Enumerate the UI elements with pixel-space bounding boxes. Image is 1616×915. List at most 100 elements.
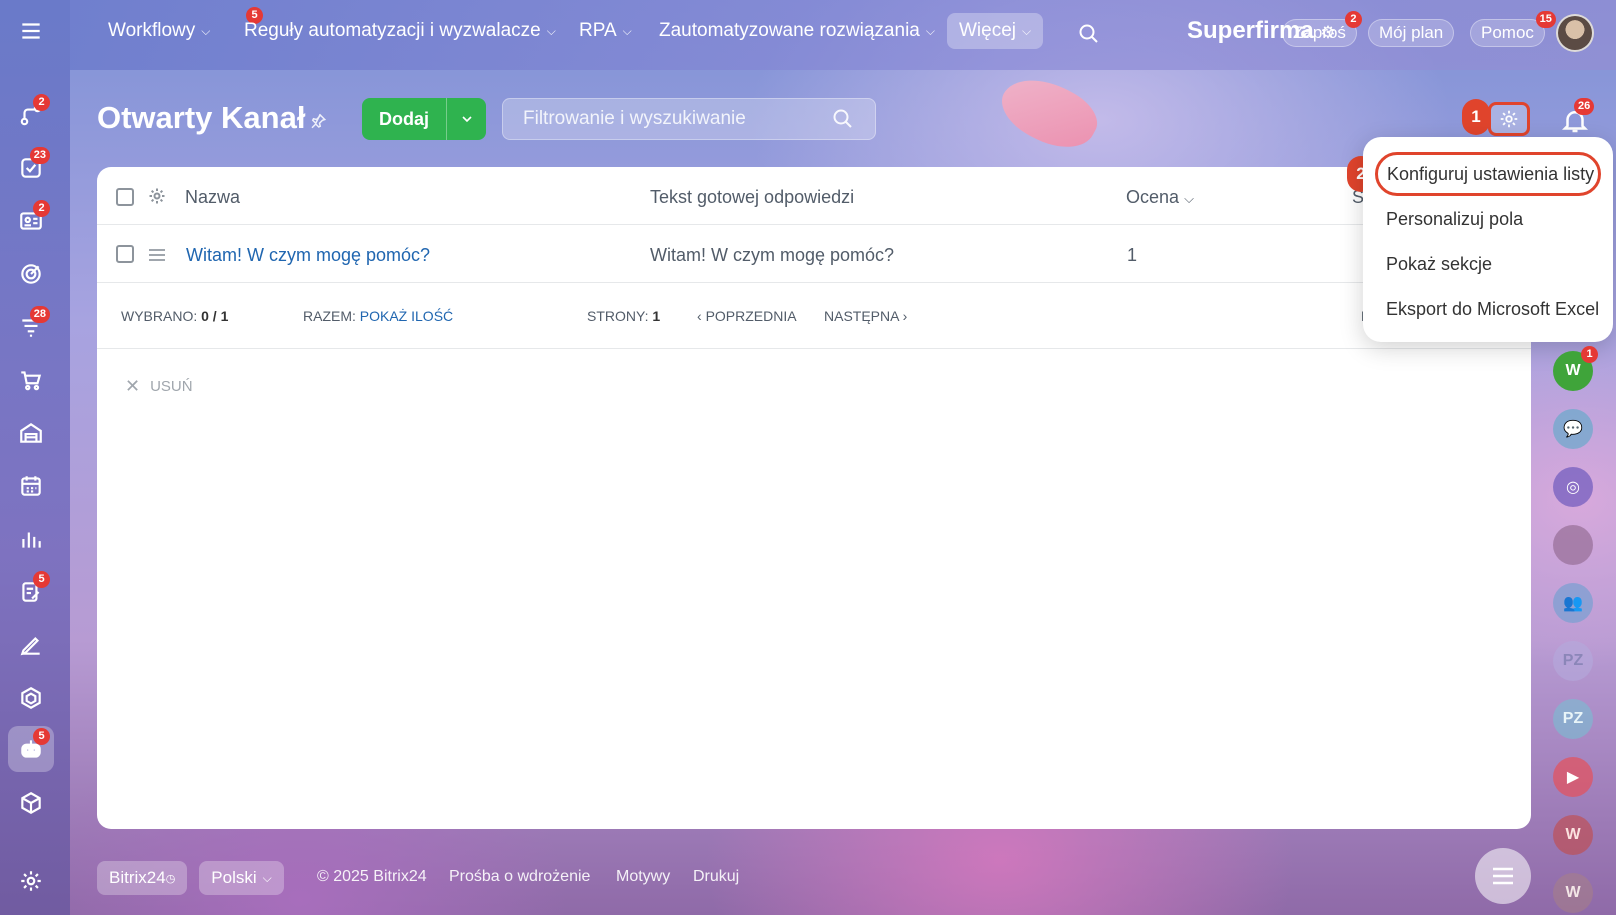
sidebar-item-automation[interactable]: 2: [8, 92, 54, 138]
box-icon: [21, 792, 41, 814]
sidebar-item-hexagon[interactable]: [8, 675, 54, 721]
language-selector[interactable]: Polski ⌵: [199, 861, 284, 895]
menu-item-export-excel[interactable]: Eksport do Microsoft Excel: [1386, 299, 1599, 320]
row-reply-text: Witam! W czym mogę pomóc?: [650, 245, 895, 265]
sidebar-item-funnels[interactable]: 28: [8, 304, 54, 350]
list-icon: [1493, 867, 1513, 885]
row-checkbox[interactable]: [116, 245, 134, 263]
column-header-rating[interactable]: Ocena ⌵: [1126, 187, 1194, 208]
video-call-icon[interactable]: ▶: [1553, 757, 1593, 797]
filter-search-input[interactable]: Filtrowanie i wyszukiwanie: [502, 98, 876, 140]
table-row[interactable]: Witam! W czym mogę pomóc? Witam! W czym …: [97, 225, 1531, 283]
background-petal: [992, 64, 1106, 162]
drag-handle-icon[interactable]: [147, 247, 167, 263]
search-icon[interactable]: [831, 107, 855, 131]
nav-rpa[interactable]: RPA ⌵: [579, 20, 632, 42]
pages-label: STRONY:: [587, 308, 649, 324]
user-avatar[interactable]: [1556, 14, 1594, 52]
chat-avatar-pz[interactable]: PZ: [1553, 641, 1593, 681]
sidebar-item-calendar[interactable]: [8, 463, 54, 509]
automation-badge: 2: [33, 94, 50, 111]
nav-workflowy-label: Workflowy: [108, 20, 196, 41]
pen-icon: [20, 636, 40, 656]
menu-item-personalize-fields[interactable]: Personalizuj pola: [1386, 209, 1523, 230]
group-chat-icon[interactable]: 👥: [1553, 583, 1593, 623]
print-link[interactable]: Drukuj: [693, 868, 739, 886]
column-header-rating-label: Ocena: [1126, 187, 1180, 207]
pin-icon[interactable]: [309, 112, 327, 130]
page-footer: Bitrix24 ◷ Polski ⌵: [97, 861, 284, 895]
delete-action[interactable]: ✕ USUŃ: [125, 376, 193, 397]
column-header-name[interactable]: Nazwa: [185, 187, 240, 208]
chat-avatar-w[interactable]: W 1: [1553, 346, 1598, 391]
add-dropdown-toggle[interactable]: [446, 98, 486, 140]
gear-icon: [1500, 110, 1518, 128]
chat-avatar-pz-2[interactable]: PZ: [1553, 699, 1593, 739]
nav-automated-solutions[interactable]: Zautomatyzowane rozwiązania ⌵: [659, 20, 935, 42]
calendar-icon: [21, 476, 41, 496]
add-button[interactable]: Dodaj: [362, 98, 486, 140]
nav-automated-solutions-label: Zautomatyzowane rozwiązania: [659, 20, 920, 41]
row-name-link[interactable]: Witam! W czym mogę pomóc?: [186, 245, 430, 266]
menu-icon[interactable]: [8, 8, 54, 54]
selected-value: 0 / 1: [201, 308, 229, 324]
sidebar-item-box[interactable]: [8, 780, 54, 826]
select-all-checkbox[interactable]: [116, 188, 134, 206]
sidebar-item-shop[interactable]: [8, 357, 54, 403]
selected-label: WYBRANO:: [121, 308, 198, 324]
group-avatar[interactable]: [1553, 525, 1593, 565]
menu-item-configure-list[interactable]: Konfiguruj ustawienia listy: [1375, 152, 1601, 196]
invite-label: Zaproś: [1293, 23, 1346, 42]
sidebar-item-bot[interactable]: 5: [8, 726, 54, 772]
invite-button[interactable]: Zaproś 2: [1282, 11, 1362, 47]
page-title: Otwarty Kanał: [97, 100, 306, 135]
chat-avatar-w-2[interactable]: W: [1553, 815, 1593, 855]
nav-more[interactable]: Więcej ⌵: [947, 13, 1044, 49]
add-button-label: Dodaj: [378, 108, 429, 129]
hamburger-icon: [22, 23, 40, 39]
my-plan-button[interactable]: Mój plan: [1368, 19, 1455, 47]
chat-avatar-w-label: W: [1565, 362, 1581, 379]
chat-w-badge: 1: [1581, 346, 1598, 363]
sidebar-item-tasks[interactable]: 23: [8, 145, 54, 191]
nav-workflowy[interactable]: Workflowy ⌵ 5: [108, 7, 263, 42]
warehouse-icon: [20, 423, 42, 443]
chat-fab-button[interactable]: [1475, 848, 1531, 904]
bitrix24-logo[interactable]: Bitrix24 ◷: [97, 861, 188, 895]
chevron-right-icon: ›: [898, 308, 908, 324]
prev-label: POPRZEDNIA: [705, 308, 797, 324]
language-label: Polski: [211, 868, 257, 887]
bot-badge: 5: [33, 728, 50, 745]
gear-icon[interactable]: [147, 186, 167, 206]
menu-item-show-sections[interactable]: Pokaż sekcje: [1386, 254, 1492, 275]
sidebar-item-sites[interactable]: [8, 622, 54, 668]
total-count: RAZEM: POKAŻ ILOŚĆ: [303, 308, 453, 324]
nav-automation-rules-label: Reguły automatyzacji i wyzwalacze: [244, 20, 541, 41]
sidebar-item-analytics[interactable]: [8, 516, 54, 562]
nav-more-label: Więcej: [959, 20, 1017, 41]
themes-link[interactable]: Motywy: [616, 868, 670, 886]
sidebar-item-warehouse[interactable]: [8, 410, 54, 456]
implementation-request-link[interactable]: Prośba o wdrożenie: [449, 868, 590, 886]
sidebar-item-target[interactable]: [8, 251, 54, 297]
help-button[interactable]: Pomoc 15: [1470, 11, 1556, 47]
table-footer: WYBRANO: 0 / 1 RAZEM: POKAŻ ILOŚĆ STRONY…: [97, 283, 1531, 349]
chat-bubble-icon[interactable]: 💬: [1553, 409, 1593, 449]
chevron-down-icon: ⌵: [546, 23, 556, 38]
nav-automation-rules[interactable]: Reguły automatyzacji i wyzwalacze ⌵: [244, 20, 556, 42]
next-page-button[interactable]: NASTĘPNA ›: [824, 308, 907, 324]
sidebar-item-sign[interactable]: 5: [8, 569, 54, 615]
column-header-reply-text[interactable]: Tekst gotowej odpowiedzi: [650, 187, 854, 208]
search-placeholder: Filtrowanie i wyszukiwanie: [523, 108, 746, 129]
search-icon[interactable]: [1077, 22, 1101, 46]
sidebar-item-crm[interactable]: 2: [8, 198, 54, 244]
sign-badge: 5: [33, 571, 50, 588]
list-settings-button[interactable]: [1488, 102, 1530, 136]
sidebar-item-settings[interactable]: [8, 858, 54, 904]
row-rating: 1: [1127, 245, 1138, 265]
chat-avatar-w-3[interactable]: W: [1553, 873, 1593, 913]
prev-page-button[interactable]: ‹ POPRZEDNIA: [697, 308, 797, 324]
show-count-link[interactable]: POKAŻ ILOŚĆ: [360, 308, 453, 324]
clock-icon: ◷: [165, 872, 176, 885]
copilot-icon[interactable]: ◎: [1553, 467, 1593, 507]
